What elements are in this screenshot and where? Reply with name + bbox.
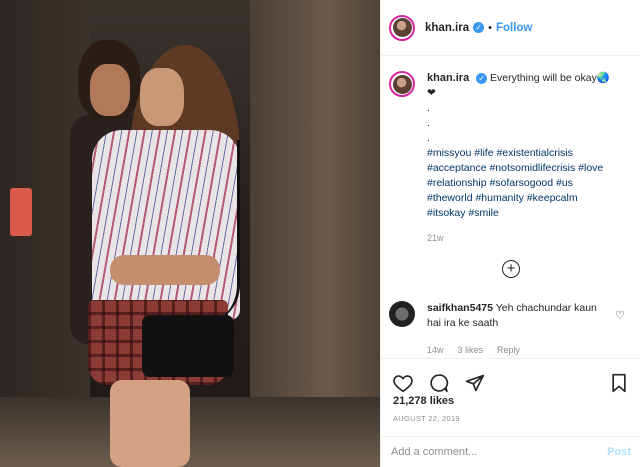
caption-row: khan.ira ✓ Everything will be okay🌏 ❤ . … bbox=[389, 71, 633, 246]
caption-author-avatar[interactable] bbox=[389, 71, 415, 97]
author-avatar[interactable] bbox=[389, 14, 415, 41]
comment-likes[interactable]: 3 likes bbox=[458, 343, 484, 358]
heart-icon[interactable] bbox=[391, 371, 415, 395]
photo-cup bbox=[10, 188, 32, 236]
post-side-panel: khan.ira ✓ • Follow khan.ira ✓ Everythin… bbox=[380, 0, 640, 467]
photo-woman-legs bbox=[110, 380, 190, 467]
photo-woman-face bbox=[140, 68, 184, 126]
commenter-avatar[interactable] bbox=[389, 301, 415, 327]
verified-badge-icon: ✓ bbox=[473, 22, 485, 33]
comment-reply-button[interactable]: Reply bbox=[497, 343, 520, 358]
instagram-post-modal: khan.ira ✓ • Follow khan.ira ✓ Everythin… bbox=[0, 0, 640, 467]
caption-dot: . bbox=[427, 132, 430, 144]
photo-floor bbox=[0, 397, 380, 467]
post-date: AUGUST 22, 2019 bbox=[393, 414, 460, 423]
comment-heart-icon[interactable]: ♡ bbox=[615, 309, 625, 322]
comment-time: 14w bbox=[427, 345, 444, 355]
comment-icon[interactable] bbox=[427, 371, 451, 395]
caption-username[interactable]: khan.ira bbox=[427, 72, 469, 84]
separator-dot: • bbox=[488, 21, 492, 34]
caption-dot: . bbox=[427, 102, 430, 114]
share-icon[interactable] bbox=[463, 371, 487, 395]
post-photo[interactable] bbox=[0, 0, 380, 467]
photo-man-face bbox=[90, 64, 130, 116]
bookmark-icon[interactable] bbox=[607, 371, 631, 395]
add-comment-bar: Post bbox=[381, 436, 640, 467]
post-comment-button[interactable]: Post bbox=[607, 446, 631, 458]
likes-count[interactable]: 21,278 likes bbox=[393, 395, 454, 407]
commenter-username[interactable]: saifkhan5475 bbox=[427, 302, 493, 314]
verified-badge-icon: ✓ bbox=[476, 72, 488, 84]
author-username[interactable]: khan.ira bbox=[425, 22, 469, 34]
comment-input[interactable] bbox=[391, 446, 608, 458]
photo-handbag bbox=[142, 315, 234, 377]
post-header: khan.ira ✓ • Follow bbox=[381, 0, 640, 56]
plus-circle-icon[interactable]: + bbox=[502, 260, 520, 278]
caption-dot: . bbox=[427, 117, 430, 129]
caption-text-block: khan.ira ✓ Everything will be okay🌏 ❤ . … bbox=[427, 71, 617, 246]
follow-button[interactable]: Follow bbox=[496, 22, 532, 34]
comment-item: saifkhan5475 Yeh chachundar kaun hai ira… bbox=[389, 301, 633, 358]
caption-section: khan.ira ✓ Everything will be okay🌏 ❤ . … bbox=[381, 57, 640, 357]
action-bar bbox=[381, 358, 640, 398]
photo-bag-strap bbox=[150, 140, 240, 325]
caption-timestamp: 21w bbox=[427, 233, 444, 243]
comment-meta: 14w 3 likes Reply bbox=[427, 343, 607, 358]
caption-hashtags[interactable]: #missyou #life #existentialcrisis #accep… bbox=[427, 147, 603, 219]
comment-body: saifkhan5475 Yeh chachundar kaun hai ira… bbox=[427, 301, 607, 358]
